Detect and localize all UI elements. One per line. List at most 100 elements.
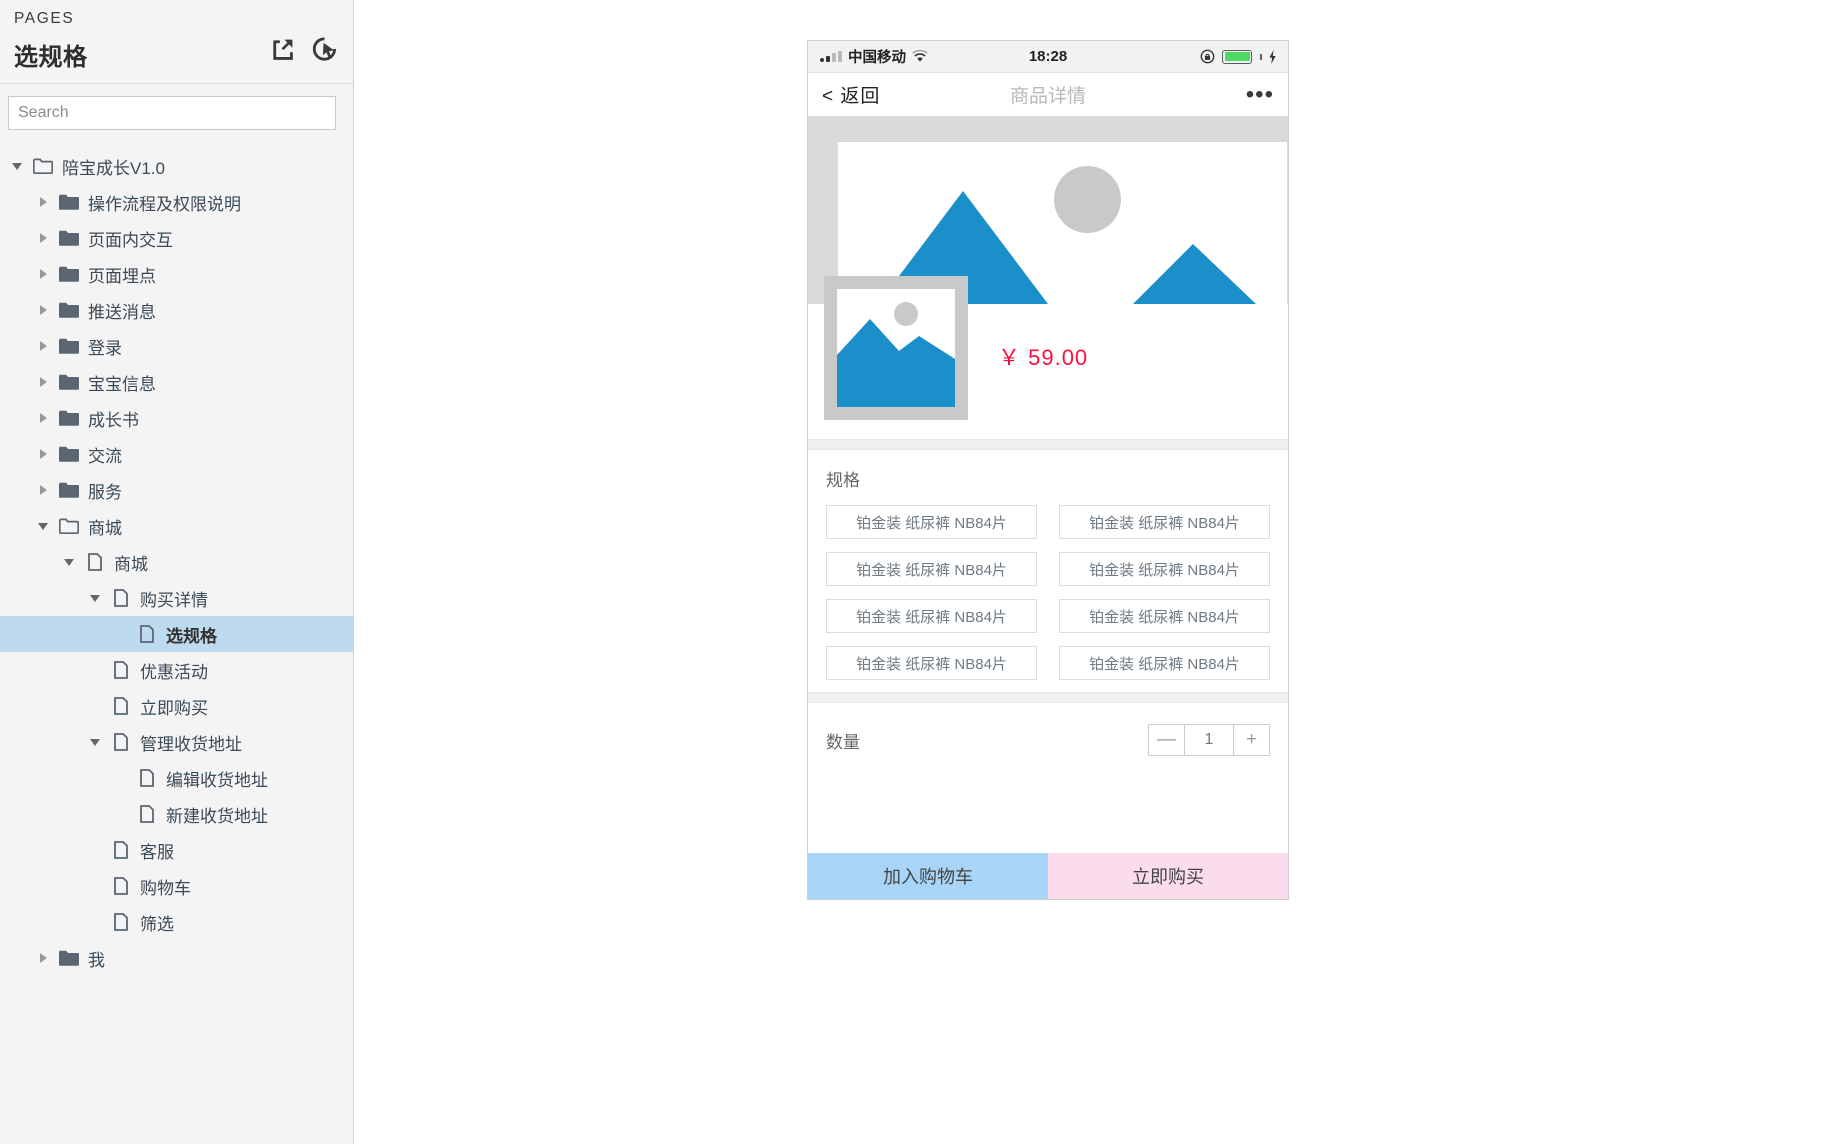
tree-item-label: 推送消息 [88, 302, 156, 322]
page-icon [106, 841, 136, 859]
tree-item[interactable]: 陪宝成长V1.0 [0, 148, 353, 184]
product-price: ￥ 59.00 [998, 345, 1089, 370]
chevron-right-icon[interactable] [32, 413, 54, 423]
tree-item[interactable]: 推送消息 [0, 292, 353, 328]
folder-icon [54, 302, 84, 318]
tree-item-label: 页面内交互 [88, 230, 173, 250]
tree-item[interactable]: 页面内交互 [0, 220, 353, 256]
tree-item-label: 操作流程及权限说明 [88, 194, 241, 214]
pages-eyebrow: PAGES [14, 10, 75, 27]
tree-item[interactable]: 商城 [0, 544, 353, 580]
page-icon [132, 625, 162, 643]
tree-item-selected[interactable]: 选规格 [0, 616, 353, 652]
battery-icon [1222, 49, 1252, 64]
preview-icon[interactable] [311, 36, 337, 62]
tree-item[interactable]: 购物车 [0, 868, 353, 904]
tree-item-label: 立即购买 [140, 698, 208, 718]
chevron-down-icon[interactable] [6, 162, 28, 170]
chevron-down-icon[interactable] [84, 594, 106, 602]
folder-open-icon [54, 518, 84, 534]
chevron-down-icon[interactable] [58, 558, 80, 566]
search-container [0, 84, 353, 140]
tree-item[interactable]: 购买详情 [0, 580, 353, 616]
chevron-right-icon[interactable] [32, 953, 54, 963]
folder-icon [54, 374, 84, 390]
tree-item[interactable]: 管理收货地址 [0, 724, 353, 760]
page-icon [132, 805, 162, 823]
quantity-section: 数量 — 1 + [808, 703, 1288, 777]
page-icon [80, 553, 110, 571]
tree-item-label: 客服 [140, 842, 174, 862]
nav-title: 商品详情 [1009, 86, 1086, 107]
nav-bar: < 返回 商品详情 ••• [808, 73, 1288, 117]
quantity-increment-button[interactable]: + [1234, 725, 1269, 755]
quantity-label: 数量 [826, 732, 860, 752]
tree-item-label: 编辑收货地址 [166, 770, 268, 790]
spec-option[interactable]: 铂金装 纸尿裤 NB84片 [1059, 505, 1270, 539]
tree-item[interactable]: 页面埋点 [0, 256, 353, 292]
tree-item-label: 我 [88, 950, 105, 970]
search-input[interactable] [8, 96, 336, 130]
tree-item-label: 筛选 [140, 914, 174, 934]
chevron-down-icon[interactable] [84, 738, 106, 746]
tree-item[interactable]: 成长书 [0, 400, 353, 436]
page-icon [106, 661, 136, 679]
sidebar-header: PAGES 选规格 [0, 0, 353, 84]
tree-item[interactable]: 编辑收货地址 [0, 760, 353, 796]
spec-section: 规格 铂金装 纸尿裤 NB84片 铂金装 纸尿裤 NB84片 铂金装 纸尿裤 NB8… [808, 450, 1288, 692]
page-icon [106, 697, 136, 715]
tree-item-label: 选规格 [166, 626, 217, 646]
spec-option[interactable]: 铂金装 纸尿裤 NB84片 [1059, 599, 1270, 633]
tree-item[interactable]: 筛选 [0, 904, 353, 940]
buy-now-button[interactable]: 立即购买 [1048, 853, 1288, 899]
tree-item-label: 交流 [88, 446, 122, 466]
quantity-value[interactable]: 1 [1184, 725, 1234, 755]
tree-item-label: 购买详情 [140, 590, 208, 610]
folder-icon [54, 446, 84, 462]
chevron-down-icon[interactable] [32, 522, 54, 530]
spec-option[interactable]: 铂金装 纸尿裤 NB84片 [826, 505, 1037, 539]
folder-icon [54, 338, 84, 354]
product-thumbnail-inner [837, 289, 955, 407]
tree-item[interactable]: 新建收货地址 [0, 796, 353, 832]
spec-section-title: 规格 [826, 471, 860, 490]
tree-item-label: 服务 [88, 482, 122, 502]
tree-item-label: 宝宝信息 [88, 374, 156, 394]
chevron-right-icon[interactable] [32, 377, 54, 387]
page-icon [106, 877, 136, 895]
quantity-stepper: — 1 + [1148, 724, 1270, 756]
tree-item[interactable]: 操作流程及权限说明 [0, 184, 353, 220]
export-icon[interactable] [269, 36, 295, 62]
spec-option[interactable]: 铂金装 纸尿裤 NB84片 [1059, 646, 1270, 680]
tree-item[interactable]: 我 [0, 940, 353, 976]
add-to-cart-button[interactable]: 加入购物车 [808, 853, 1048, 899]
folder-icon [54, 482, 84, 498]
tree-item[interactable]: 客服 [0, 832, 353, 868]
chevron-right-icon[interactable] [32, 233, 54, 243]
spec-option[interactable]: 铂金装 纸尿裤 NB84片 [1059, 552, 1270, 586]
footer-action-bar: 加入购物车 立即购买 [808, 853, 1288, 899]
chevron-right-icon[interactable] [32, 197, 54, 207]
more-menu-icon[interactable]: ••• [1246, 82, 1274, 106]
tree-item[interactable]: 立即购买 [0, 688, 353, 724]
tree-item[interactable]: 登录 [0, 328, 353, 364]
chevron-right-icon[interactable] [32, 269, 54, 279]
tree-item[interactable]: 交流 [0, 436, 353, 472]
tree-item[interactable]: 商城 [0, 508, 353, 544]
tree-item-label: 登录 [88, 338, 122, 358]
spec-option[interactable]: 铂金装 纸尿裤 NB84片 [826, 599, 1037, 633]
tree-item[interactable]: 宝宝信息 [0, 364, 353, 400]
chevron-right-icon[interactable] [32, 485, 54, 495]
chevron-right-icon[interactable] [32, 341, 54, 351]
tree-item[interactable]: 优惠活动 [0, 652, 353, 688]
tree-item[interactable]: 服务 [0, 472, 353, 508]
spec-option[interactable]: 铂金装 纸尿裤 NB84片 [826, 646, 1037, 680]
section-divider-1 [808, 439, 1288, 450]
chevron-right-icon[interactable] [32, 305, 54, 315]
status-right [1200, 49, 1276, 64]
quantity-decrement-button[interactable]: — [1149, 725, 1184, 755]
chevron-right-icon[interactable] [32, 449, 54, 459]
page-icon [106, 913, 136, 931]
pages-sidebar: PAGES 选规格 陪宝成长V1.0 操作流程及权限说明页面内交互页面埋点推送消息… [0, 0, 354, 1144]
spec-option[interactable]: 铂金装 纸尿裤 NB84片 [826, 552, 1037, 586]
